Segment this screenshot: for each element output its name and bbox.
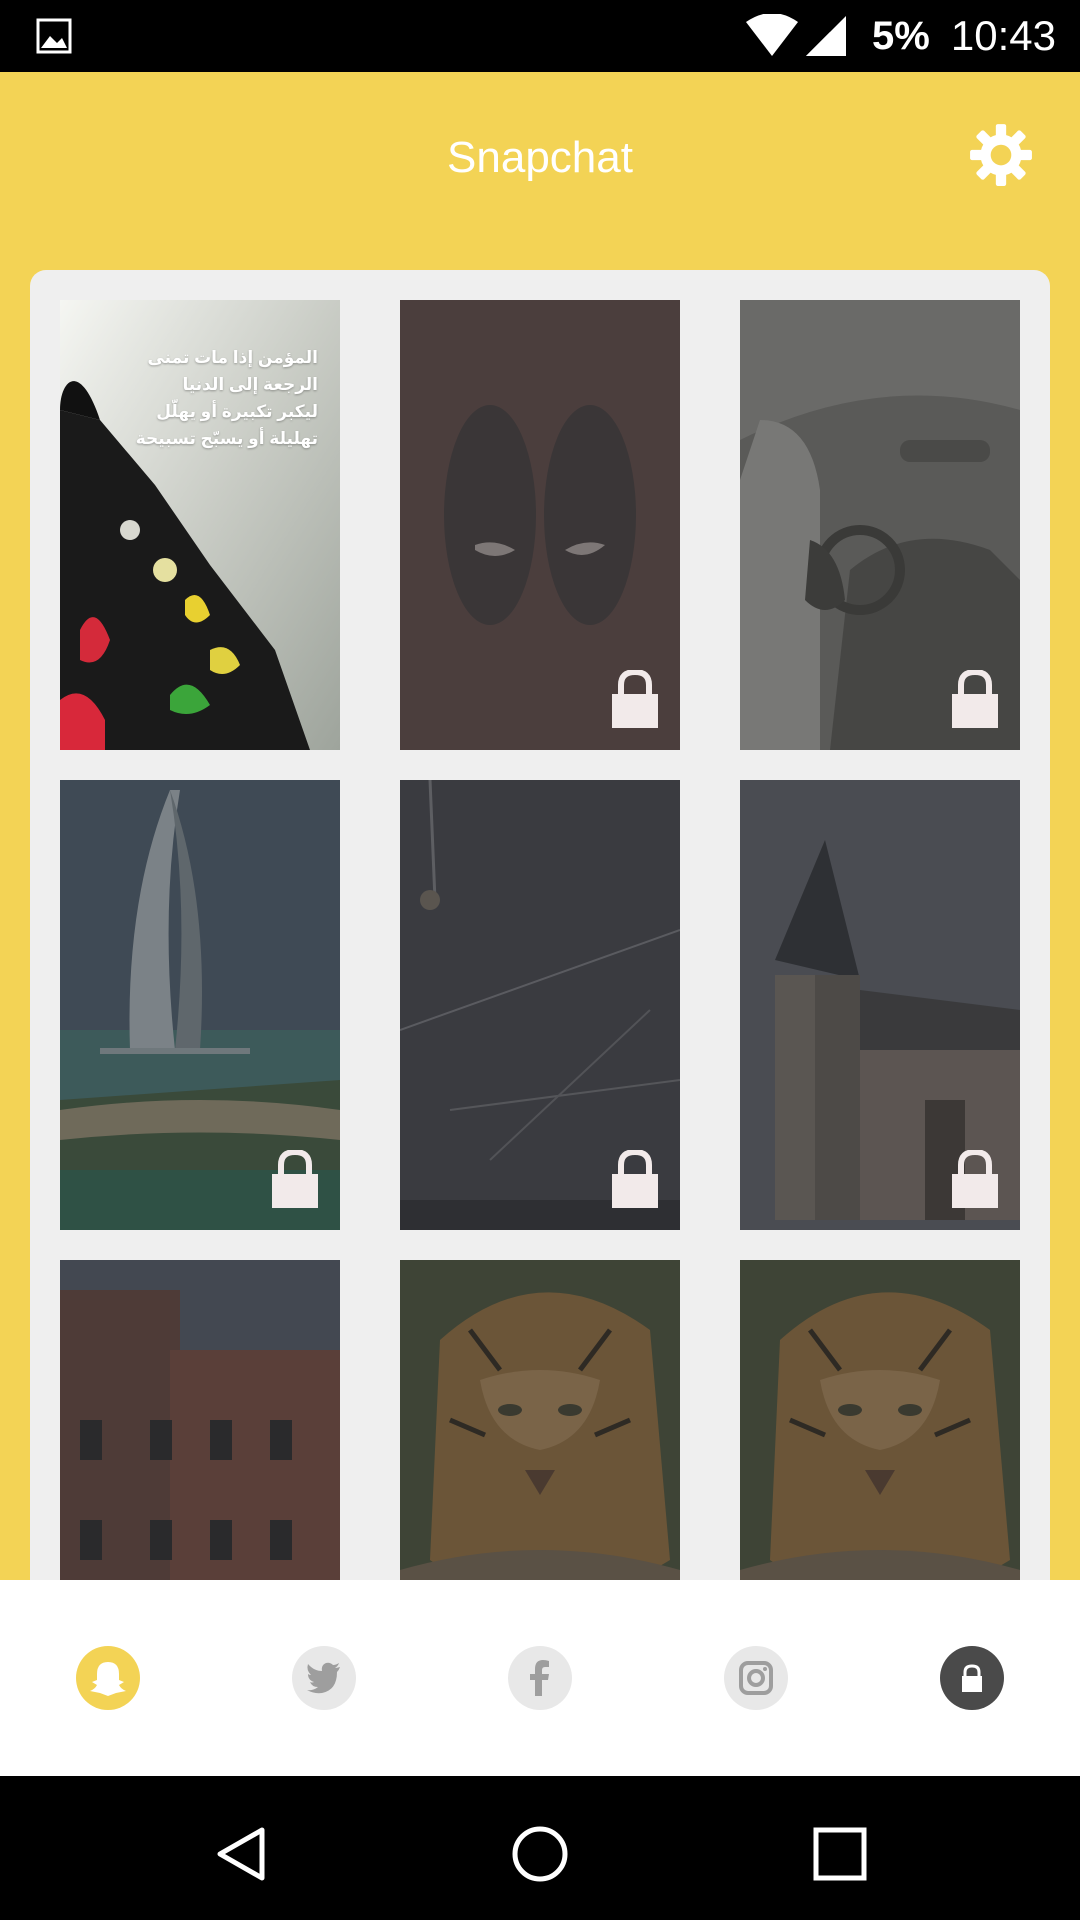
lock-icon xyxy=(612,670,658,728)
facebook-f-icon xyxy=(530,1660,549,1696)
lock-icon xyxy=(612,1150,658,1208)
back-icon[interactable] xyxy=(212,1824,272,1884)
wallpaper-tile[interactable] xyxy=(740,300,1020,750)
tiger-image xyxy=(740,1260,1020,1630)
lock-icon xyxy=(952,670,998,728)
wallpaper-tile[interactable] xyxy=(400,1260,680,1630)
tiger-image xyxy=(400,1260,680,1630)
wallpaper-tile[interactable]: المؤمن إذا مات تمنى الرجعة إلى الدنيا لي… xyxy=(60,300,340,750)
wallpaper-tile[interactable] xyxy=(400,300,680,750)
tab-instagram[interactable] xyxy=(724,1646,788,1710)
status-bar: 5% 10:43 xyxy=(0,0,1080,72)
wallpaper-tile[interactable] xyxy=(60,1260,340,1630)
bottom-tab-bar xyxy=(0,1580,1080,1776)
lock-icon xyxy=(962,1664,982,1692)
signal-icon xyxy=(806,16,846,56)
lock-icon xyxy=(952,1150,998,1208)
wallpaper-tile[interactable] xyxy=(400,780,680,1230)
image-icon xyxy=(36,18,72,54)
wallpaper-tile[interactable] xyxy=(60,780,340,1230)
clock: 10:43 xyxy=(950,12,1056,59)
tab-twitter[interactable] xyxy=(292,1646,356,1710)
wallpaper-tile[interactable] xyxy=(740,780,1020,1230)
gear-icon[interactable] xyxy=(968,122,1034,188)
brick-building-image xyxy=(60,1260,340,1630)
twitter-bird-icon xyxy=(307,1662,340,1694)
recents-icon[interactable] xyxy=(812,1826,868,1882)
tab-snapchat[interactable] xyxy=(76,1646,140,1710)
page-title: Snapchat xyxy=(447,133,633,182)
wifi-icon xyxy=(746,14,798,56)
tile-quote: المؤمن إذا مات تمنى الرجعة إلى الدنيا لي… xyxy=(135,348,318,448)
wallpaper-tile[interactable] xyxy=(740,1260,1020,1630)
wallpaper-grid: المؤمن إذا مات تمنى الرجعة إلى الدنيا لي… xyxy=(30,270,1050,1630)
lock-icon xyxy=(272,1150,318,1208)
instagram-camera-icon xyxy=(739,1661,773,1695)
tab-locked[interactable] xyxy=(940,1646,1004,1710)
system-navigation-bar xyxy=(0,1776,1080,1920)
home-icon[interactable] xyxy=(510,1824,570,1884)
tab-facebook[interactable] xyxy=(508,1646,572,1710)
snapchat-ghost-icon xyxy=(90,1662,126,1696)
battery-percentage: 5% xyxy=(872,14,930,58)
